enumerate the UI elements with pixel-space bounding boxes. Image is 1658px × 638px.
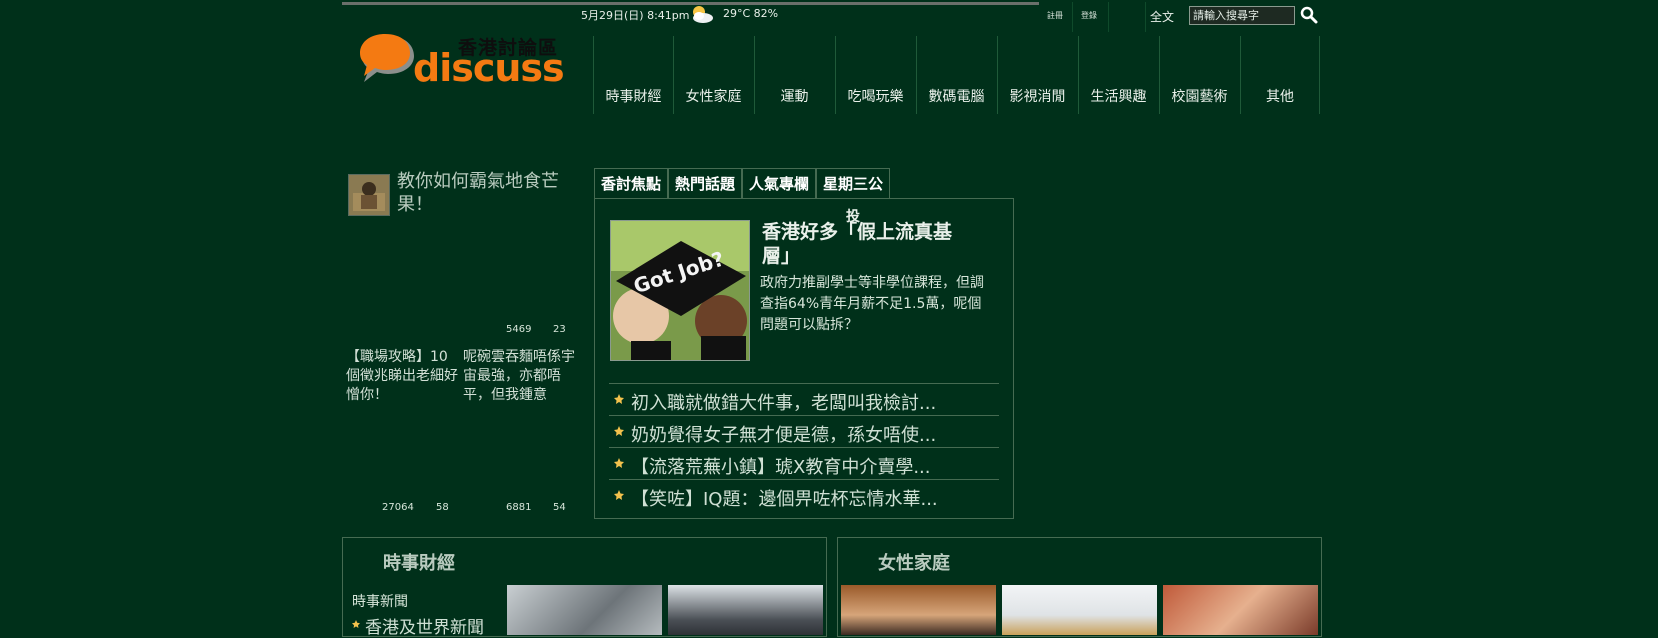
nav-item-digital[interactable]: 數碼電腦 — [916, 36, 996, 114]
list-item[interactable]: 【笑咗】IQ題：邊個畀咗杯忘情水華... — [631, 485, 938, 511]
tab-wednesday[interactable]: 星期三公 — [816, 168, 890, 198]
article-snippet[interactable]: 【職場攻略】10個徵兆睇出老細好憎你！ — [346, 348, 458, 405]
separator — [1145, 2, 1146, 32]
register-link[interactable]: 註冊 — [1047, 10, 1063, 21]
reply-count: 23 — [553, 324, 566, 335]
nav-item-lifestyle[interactable]: 生活興趣 — [1078, 36, 1158, 114]
fulltext-search-label[interactable]: 全文 — [1150, 8, 1174, 25]
divider — [609, 447, 999, 448]
tab-focus[interactable]: 香討焦點 — [594, 168, 668, 198]
view-count: 5469 — [506, 324, 532, 335]
main-story-image[interactable]: Got Job? — [610, 220, 750, 361]
search-icon[interactable] — [1300, 6, 1318, 24]
weather-temperature: 29°C 82% — [723, 7, 779, 20]
search-input[interactable] — [1189, 6, 1295, 25]
section-title[interactable]: 女性家庭 — [878, 549, 950, 575]
list-item[interactable]: 奶奶覺得女子無才便是德，孫女唔使... — [631, 421, 936, 447]
subsection-link[interactable]: 香港及世界新聞 — [365, 613, 484, 638]
street-photo[interactable] — [668, 585, 823, 635]
logo-english-name: discuss — [413, 46, 565, 90]
graduation-photo: Got Job? — [611, 221, 749, 360]
star-bullet-icon — [614, 458, 624, 468]
featured-thumbnail[interactable] — [348, 174, 390, 216]
nav-item-women-family[interactable]: 女性家庭 — [673, 36, 753, 114]
list-item[interactable]: 【流落荒蕪小鎮】琥X教育中介賣學... — [631, 453, 931, 479]
nav-item-food-fun[interactable]: 吃喝玩樂 — [835, 36, 915, 114]
separator — [1072, 2, 1073, 32]
weather-cloudy-moon-icon — [693, 6, 713, 23]
login-link[interactable]: 登錄 — [1081, 10, 1097, 21]
list-item[interactable]: 初入職就做錯大件事，老闆叫我檢討... — [631, 389, 936, 415]
article-snippet[interactable]: 呢碗雲吞麵唔係宇宙最強，亦都唔平，但我鍾意 — [463, 348, 575, 405]
view-count: 6881 — [506, 502, 532, 513]
separator — [1108, 2, 1109, 32]
rings-photo[interactable] — [1002, 585, 1157, 635]
section-title[interactable]: 時事財經 — [383, 549, 455, 575]
main-story-title[interactable]: 香港好多「假上流真基層」 — [762, 220, 977, 268]
tab-popular-columns[interactable]: 人氣專欄 — [742, 168, 816, 198]
reply-count: 58 — [436, 502, 449, 513]
star-bullet-icon — [614, 426, 624, 436]
main-story-description: 政府力推副學士等非學位課程，但調查指64%青年月薪不足1.5萬，呢個問題可以點拆… — [760, 275, 984, 333]
divider — [609, 479, 999, 480]
family-photo[interactable] — [1163, 585, 1318, 635]
datetime: 5月29日(日) 8:41pm — [581, 9, 690, 22]
nav-item-others[interactable]: 其他 — [1240, 36, 1320, 114]
divider — [609, 383, 999, 384]
featured-title[interactable]: 教你如何霸氣地食芒果！ — [397, 170, 575, 216]
reply-count: 54 — [553, 502, 566, 513]
nav-item-news-finance[interactable]: 時事財經 — [593, 36, 673, 114]
subsection-title[interactable]: 時事新聞 — [352, 591, 408, 611]
view-count: 27064 — [382, 502, 414, 513]
tab-hot-topics[interactable]: 熱門話題 — [668, 168, 742, 198]
star-bullet-icon — [352, 620, 360, 628]
spa-photo[interactable] — [841, 585, 996, 635]
featured-thumbnail-image — [349, 175, 389, 215]
nav-item-sports[interactable]: 運動 — [754, 36, 834, 114]
divider — [609, 415, 999, 416]
coins-photo[interactable] — [507, 585, 662, 635]
star-bullet-icon — [614, 490, 624, 500]
nav-item-campus-art[interactable]: 校園藝術 — [1159, 36, 1239, 114]
nav-item-entertainment[interactable]: 影視消閒 — [997, 36, 1077, 114]
speech-bubble-logo-icon — [360, 34, 414, 82]
star-bullet-icon — [614, 394, 624, 404]
